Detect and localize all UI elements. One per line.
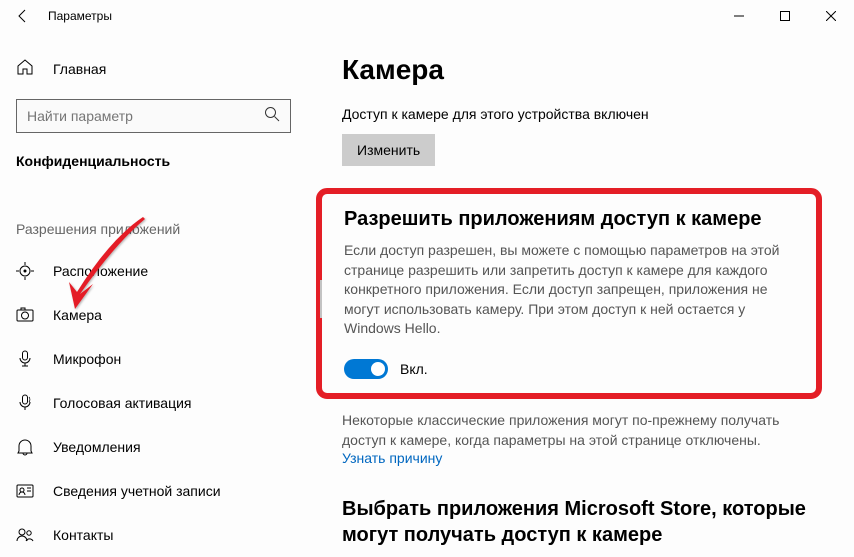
camera-icon (16, 306, 34, 324)
sidebar-item-label: Контакты (53, 527, 113, 543)
allow-apps-description: Если доступ разрешен, вы можете с помощь… (344, 241, 796, 339)
sidebar-item-camera[interactable]: Камера (0, 293, 310, 337)
maximize-button[interactable] (762, 0, 808, 32)
close-button[interactable] (808, 0, 854, 32)
main-content: Камера Доступ к камере для этого устройс… (310, 32, 854, 552)
sidebar-item-label: Расположение (53, 263, 148, 279)
microphone-icon (16, 350, 34, 368)
allow-apps-toggle[interactable] (344, 359, 388, 379)
sidebar-item-location[interactable]: Расположение (0, 249, 310, 293)
sidebar-item-microphone[interactable]: Микрофон (0, 337, 310, 381)
allow-apps-heading: Разрешить приложениям доступ к камере (344, 208, 796, 231)
toggle-state-label: Вкл. (400, 361, 428, 377)
sidebar: Главная Конфиденциальность Разрешения пр… (0, 32, 310, 552)
sidebar-item-label: Микрофон (53, 351, 121, 367)
highlighted-section: Разрешить приложениям доступ к камере Ес… (316, 188, 822, 399)
search-box[interactable] (16, 99, 291, 133)
sidebar-item-notifications[interactable]: Уведомления (0, 425, 310, 469)
window-title: Параметры (48, 9, 112, 23)
sidebar-item-label: Камера (53, 307, 102, 323)
home-icon (16, 58, 34, 79)
sidebar-item-contacts[interactable]: Контакты (0, 513, 310, 557)
sidebar-item-voice-activation[interactable]: Голосовая активация (0, 381, 310, 425)
minimize-button[interactable] (716, 0, 762, 32)
change-button[interactable]: Изменить (342, 134, 435, 166)
sidebar-section: Конфиденциальность (0, 147, 310, 181)
contacts-icon (16, 526, 34, 544)
sidebar-item-label: Уведомления (53, 439, 141, 455)
page-title: Камера (342, 54, 812, 86)
sidebar-subsection: Разрешения приложений (0, 181, 310, 249)
learn-why-link[interactable]: Узнать причину (342, 450, 812, 466)
sidebar-item-label: Голосовая активация (53, 395, 192, 411)
store-apps-heading: Выбрать приложения Microsoft Store, кото… (342, 496, 812, 548)
home-label: Главная (53, 61, 106, 77)
classic-apps-note: Некоторые классические приложения могут … (342, 411, 812, 450)
voice-activation-icon (16, 394, 34, 412)
back-button[interactable] (14, 8, 32, 24)
search-input[interactable] (27, 108, 264, 124)
search-icon (264, 106, 280, 127)
account-info-icon (16, 482, 34, 500)
home-link[interactable]: Главная (0, 52, 310, 85)
sidebar-item-account-info[interactable]: Сведения учетной записи (0, 469, 310, 513)
location-icon (16, 262, 34, 280)
scrollbar-thumb[interactable] (320, 280, 322, 318)
device-access-status: Доступ к камере для этого устройства вкл… (342, 106, 812, 122)
notifications-icon (16, 438, 34, 456)
sidebar-item-label: Сведения учетной записи (53, 483, 221, 499)
